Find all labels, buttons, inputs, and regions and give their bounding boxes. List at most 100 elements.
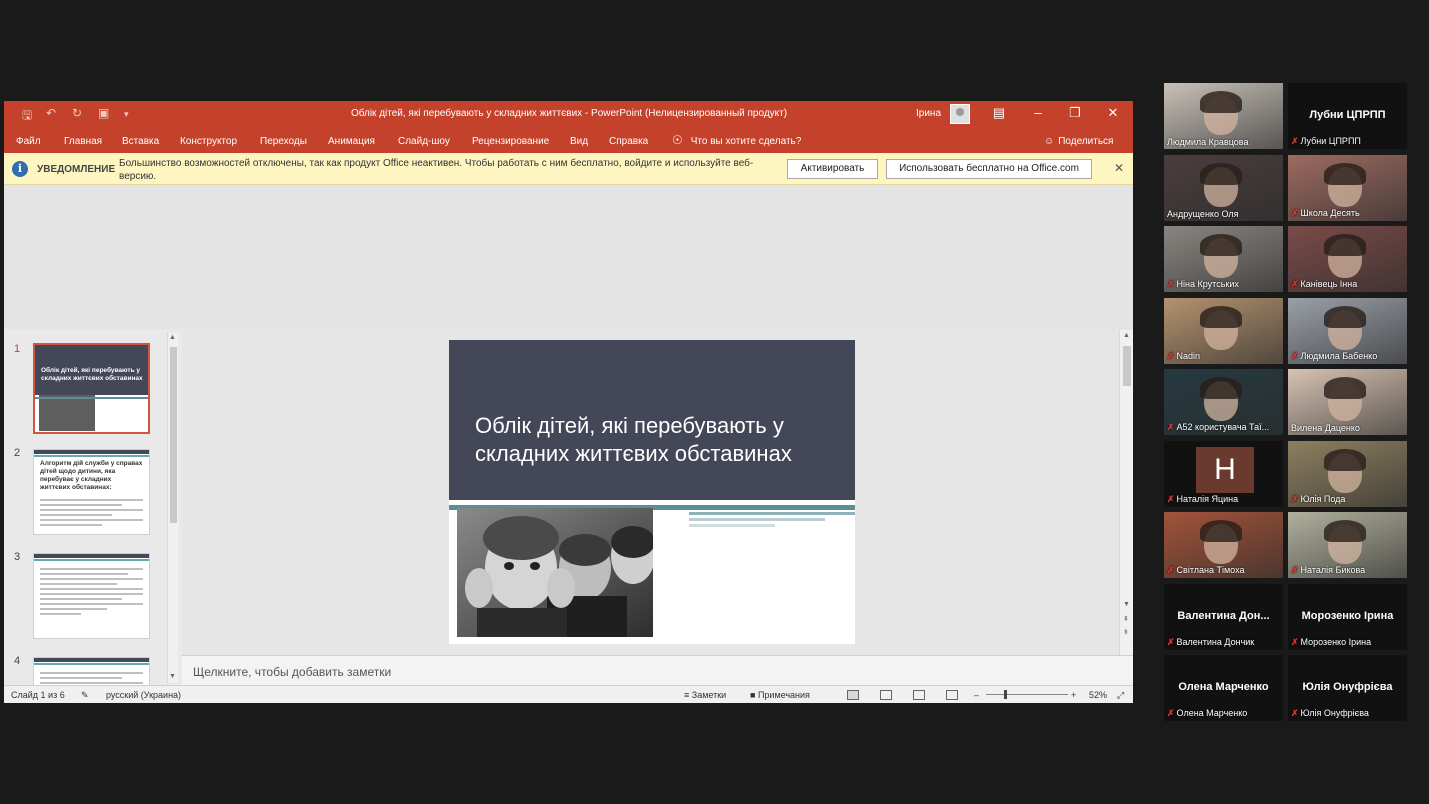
tab-insert[interactable]: Вставка [122,136,159,147]
thumb-lines [34,561,149,622]
slide-thumbnail-1[interactable]: Облік дітей, які перебувають у складних … [33,343,150,434]
thumb-stripe [35,397,148,399]
participant-name-label: ✗ Наталія Бикова [1291,565,1365,576]
thumb-title: Облік дітей, які перебувають у складних … [41,367,143,382]
zoom-slider[interactable] [986,694,1068,695]
fit-window-icon[interactable]: ⤢ [1117,690,1124,701]
user-name[interactable]: Ірина [916,108,941,119]
close-icon[interactable]: ✕ [1103,105,1123,121]
participant-tile[interactable]: ✗ А52 користувача Таї... [1164,369,1283,435]
person-icon: ☺ [1044,136,1055,147]
tab-review[interactable]: Рецензирование [472,136,549,147]
notes-toggle[interactable]: ≡ Заметки [684,690,726,700]
scroll-thumb[interactable] [1123,346,1131,386]
participant-tile[interactable]: ✗ Школа Десять [1288,155,1407,221]
slide-stripe [689,518,825,521]
participant-name: Nadin [1176,351,1201,361]
participant-tile[interactable]: ✗ Юлія Пода [1288,441,1407,507]
language-label[interactable]: русский (Украина) [106,690,181,700]
tab-design[interactable]: Конструктор [180,136,237,147]
participant-tile[interactable]: Н ✗ Наталія Яцина [1164,441,1283,507]
tab-slideshow[interactable]: Слайд-шоу [398,136,450,147]
mic-muted-icon: ✗ [1167,422,1175,432]
notification-label: УВЕДОМЛЕНИЕ [37,164,116,175]
user-avatar[interactable] [950,104,970,124]
scroll-up-icon[interactable]: ▲ [1123,332,1130,339]
maximize-icon[interactable]: ❐ [1065,105,1085,121]
participant-display-name: Олена Марченко [1178,681,1269,693]
zoom-out-icon[interactable]: – [974,690,979,700]
slide-thumbnail-4[interactable] [33,657,150,685]
comments-toggle[interactable]: ■ Примечания [750,690,810,700]
slide-sorter-icon[interactable] [880,690,892,700]
scroll-up-icon[interactable]: ▲ [169,334,176,341]
customize-chevron-icon[interactable]: ▾ [124,109,129,120]
participant-name: Юлія Пода [1300,494,1346,504]
ribbon-display-icon[interactable]: ▤ [989,105,1009,121]
save-icon[interactable]: 🖫 [22,106,32,127]
share-button[interactable]: ☺ Поделиться [1044,136,1113,147]
participant-tile[interactable]: ✗ Світлана Тімоха [1164,512,1283,578]
free-office-button[interactable]: Использовать бесплатно на Office.com [886,159,1092,179]
participant-tile[interactable]: Андрущенко Оля [1164,155,1283,221]
participant-name-label: ✗ Валентина Дончик [1167,637,1254,648]
slide-thumbnail-2[interactable]: Алгоритм дій служби у справах дітей щодо… [33,449,150,535]
notes-placeholder[interactable]: Щелкните, чтобы добавить заметки [193,665,391,679]
minimize-icon[interactable]: – [1028,105,1048,120]
participant-tile[interactable]: ✗ Nadin [1164,298,1283,364]
zoom-level[interactable]: 52% [1089,690,1107,700]
tell-me-box[interactable]: ☉ Что вы хотите сделать? [672,133,801,147]
participant-tile[interactable]: Валентина Дон... ✗ Валентина Дончик [1164,584,1283,650]
thumb-number: 4 [14,655,21,667]
redo-icon[interactable]: ↻ [72,106,82,120]
participant-name-label: Людмила Кравцова [1167,137,1248,147]
participant-tile[interactable]: Лубни ЦПРПП ✗ Лубни ЦПРПП [1288,83,1407,149]
slide-title[interactable]: Облік дітей, які перебувають у складних … [475,412,845,468]
participant-tile[interactable]: Вилена Даценко [1288,369,1407,435]
scroll-down-icon[interactable]: ▼ [1123,601,1130,608]
notification-close-icon[interactable]: ✕ [1114,161,1124,175]
zoom-in-icon[interactable]: + [1071,690,1076,700]
slideshow-icon[interactable]: ▣ [98,106,109,120]
next-slide-icon[interactable]: ⇟ [1123,628,1129,636]
undo-icon[interactable]: ↶ [46,106,56,120]
tab-help[interactable]: Справка [609,136,648,147]
participant-name: Людмила Кравцова [1167,137,1249,147]
scroll-thumb[interactable] [170,347,177,523]
zoom-slider-knob[interactable] [1004,690,1007,699]
normal-view-icon[interactable] [847,690,859,700]
tab-home[interactable]: Главная [64,136,102,147]
tab-animation[interactable]: Анимация [328,136,375,147]
notes-pane[interactable]: Щелкните, чтобы добавить заметки [182,655,1133,685]
tab-file[interactable]: Файл [16,136,41,147]
participant-name-label: ✗ Світлана Тімоха [1167,565,1244,576]
prev-slide-icon[interactable]: ⇞ [1123,615,1129,623]
thumb-title-band: Облік дітей, які перебувають у складних … [35,345,148,395]
participant-tile[interactable]: Морозенко Ірина ✗ Морозенко Ірина [1288,584,1407,650]
participant-hair [1200,234,1242,256]
participant-tile[interactable]: ✗ Ніна Крутських [1164,226,1283,292]
participant-tile[interactable]: ✗ Людмила Бабенко [1288,298,1407,364]
participant-display-name: Юлія Онуфрієва [1302,681,1393,693]
participant-tile[interactable]: Юлія Онуфрієва ✗ Юлія Онуфрієва [1288,655,1407,721]
scroll-down-icon[interactable]: ▼ [169,673,176,680]
slide-photo[interactable] [457,508,653,637]
thumbnail-scrollbar[interactable]: ▲ ▼ [167,333,178,683]
participant-tile[interactable]: Людмила Кравцова [1164,83,1283,149]
tab-view[interactable]: Вид [570,136,588,147]
participant-tile[interactable]: ✗ Канівець Інна [1288,226,1407,292]
tab-transitions[interactable]: Переходы [260,136,307,147]
participant-name: Світлана Тімоха [1176,565,1245,575]
participant-hair [1200,163,1242,185]
slideshow-view-icon[interactable] [946,690,958,700]
participant-name: Андрущенко Оля [1167,209,1239,219]
activate-button[interactable]: Активировать [787,159,878,179]
slide-scrollbar[interactable]: ▲ ▼ ⇞ ⇟ [1119,330,1133,655]
current-slide[interactable]: Облік дітей, які перебувають у складних … [449,340,855,644]
spellcheck-icon[interactable]: ✎ [81,690,89,701]
slide-thumbnail-3[interactable] [33,553,150,639]
reading-view-icon[interactable] [913,690,925,700]
comments-label: Примечания [757,690,810,700]
participant-tile[interactable]: Олена Марченко ✗ Олена Марченко [1164,655,1283,721]
participant-tile[interactable]: ✗ Наталія Бикова [1288,512,1407,578]
